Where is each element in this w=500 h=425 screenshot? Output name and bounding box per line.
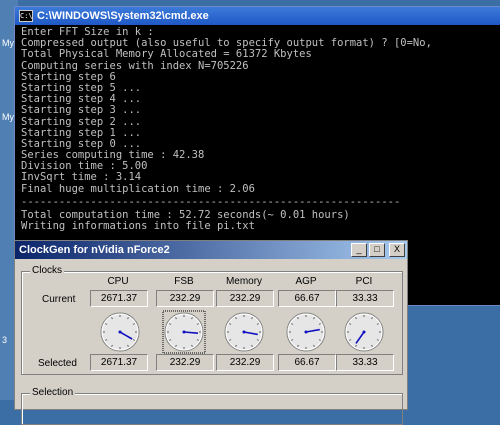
- console-line: InvSqrt time : 3.14: [21, 171, 142, 184]
- minimize-button[interactable]: _: [351, 243, 367, 257]
- cpu-selected-field: 2671.37: [90, 354, 148, 371]
- column-header-pci: PCI: [355, 276, 373, 287]
- fsb-selected-field: 232.29: [156, 354, 214, 371]
- console-line: Final huge multiplication time : 2.06: [21, 182, 255, 195]
- memory-gauge-icon[interactable]: [222, 310, 266, 354]
- fsb-gauge-icon[interactable]: [162, 310, 206, 354]
- gauge-pivot: [182, 330, 186, 334]
- row-label-current: Current: [42, 294, 76, 305]
- clocks-group: Clocks CPU FSB Memory AGP PCI Current 26…: [21, 265, 403, 375]
- agp-selected-field: 66.67: [278, 354, 336, 371]
- pci-current-field: 33.33: [336, 290, 394, 307]
- clockgen-window-title: ClockGen for nVidia nForce2: [19, 244, 170, 256]
- maximize-button[interactable]: □: [369, 243, 385, 257]
- gauge-pivot: [242, 330, 246, 334]
- column-header-agp: AGP: [295, 276, 317, 287]
- desktop-icon-label[interactable]: My: [2, 112, 14, 122]
- gauge-pivot: [362, 330, 366, 334]
- console-icon[interactable]: C:\: [19, 10, 33, 22]
- pci-selected-field: 33.33: [336, 354, 394, 371]
- clocks-group-label: Clocks: [30, 265, 65, 276]
- clockgen-window[interactable]: ClockGen for nVidia nForce2 _ □ X Clocks…: [14, 240, 408, 425]
- console-separator: ----------------------------------------…: [21, 195, 401, 208]
- agp-current-field: 66.67: [278, 290, 336, 307]
- desktop-icon-label[interactable]: My: [2, 38, 14, 48]
- cpu-gauge-icon[interactable]: [98, 310, 142, 354]
- cpu-current-field: 2671.37: [90, 290, 148, 307]
- fsb-current-field: 232.29: [156, 290, 214, 307]
- clockgen-titlebar[interactable]: ClockGen for nVidia nForce2 _ □ X: [15, 241, 407, 259]
- console-line: Starting step 2 ...: [21, 115, 142, 128]
- selection-group: Selection: [21, 387, 403, 425]
- selection-group-label: Selection: [30, 387, 76, 398]
- console-line: Starting step 3 ...: [21, 104, 142, 117]
- cmd-titlebar[interactable]: C:\ C:\WINDOWS\System32\cmd.exe: [15, 7, 500, 25]
- column-header-cpu: CPU: [107, 276, 129, 287]
- console-line: Writing informations into file pi.txt: [21, 220, 255, 233]
- cmd-window-title: C:\WINDOWS\System32\cmd.exe: [37, 10, 209, 22]
- memory-selected-field: 232.29: [216, 354, 274, 371]
- console-line: Total Physical Memory Allocated = 61372 …: [21, 48, 312, 61]
- cmd-output[interactable]: Enter FFT Size in k : Compressed output …: [15, 25, 500, 232]
- memory-current-field: 232.29: [216, 290, 274, 307]
- column-header-memory: Memory: [225, 276, 263, 287]
- gauge-pivot: [304, 330, 308, 334]
- row-label-selected: Selected: [38, 358, 77, 369]
- agp-gauge-icon[interactable]: [284, 310, 328, 354]
- gauge-pivot: [118, 330, 122, 334]
- desktop-icon-label[interactable]: 3: [2, 335, 7, 345]
- pci-gauge-icon[interactable]: [342, 310, 386, 354]
- close-button[interactable]: X: [389, 243, 405, 257]
- column-header-fsb: FSB: [174, 276, 194, 287]
